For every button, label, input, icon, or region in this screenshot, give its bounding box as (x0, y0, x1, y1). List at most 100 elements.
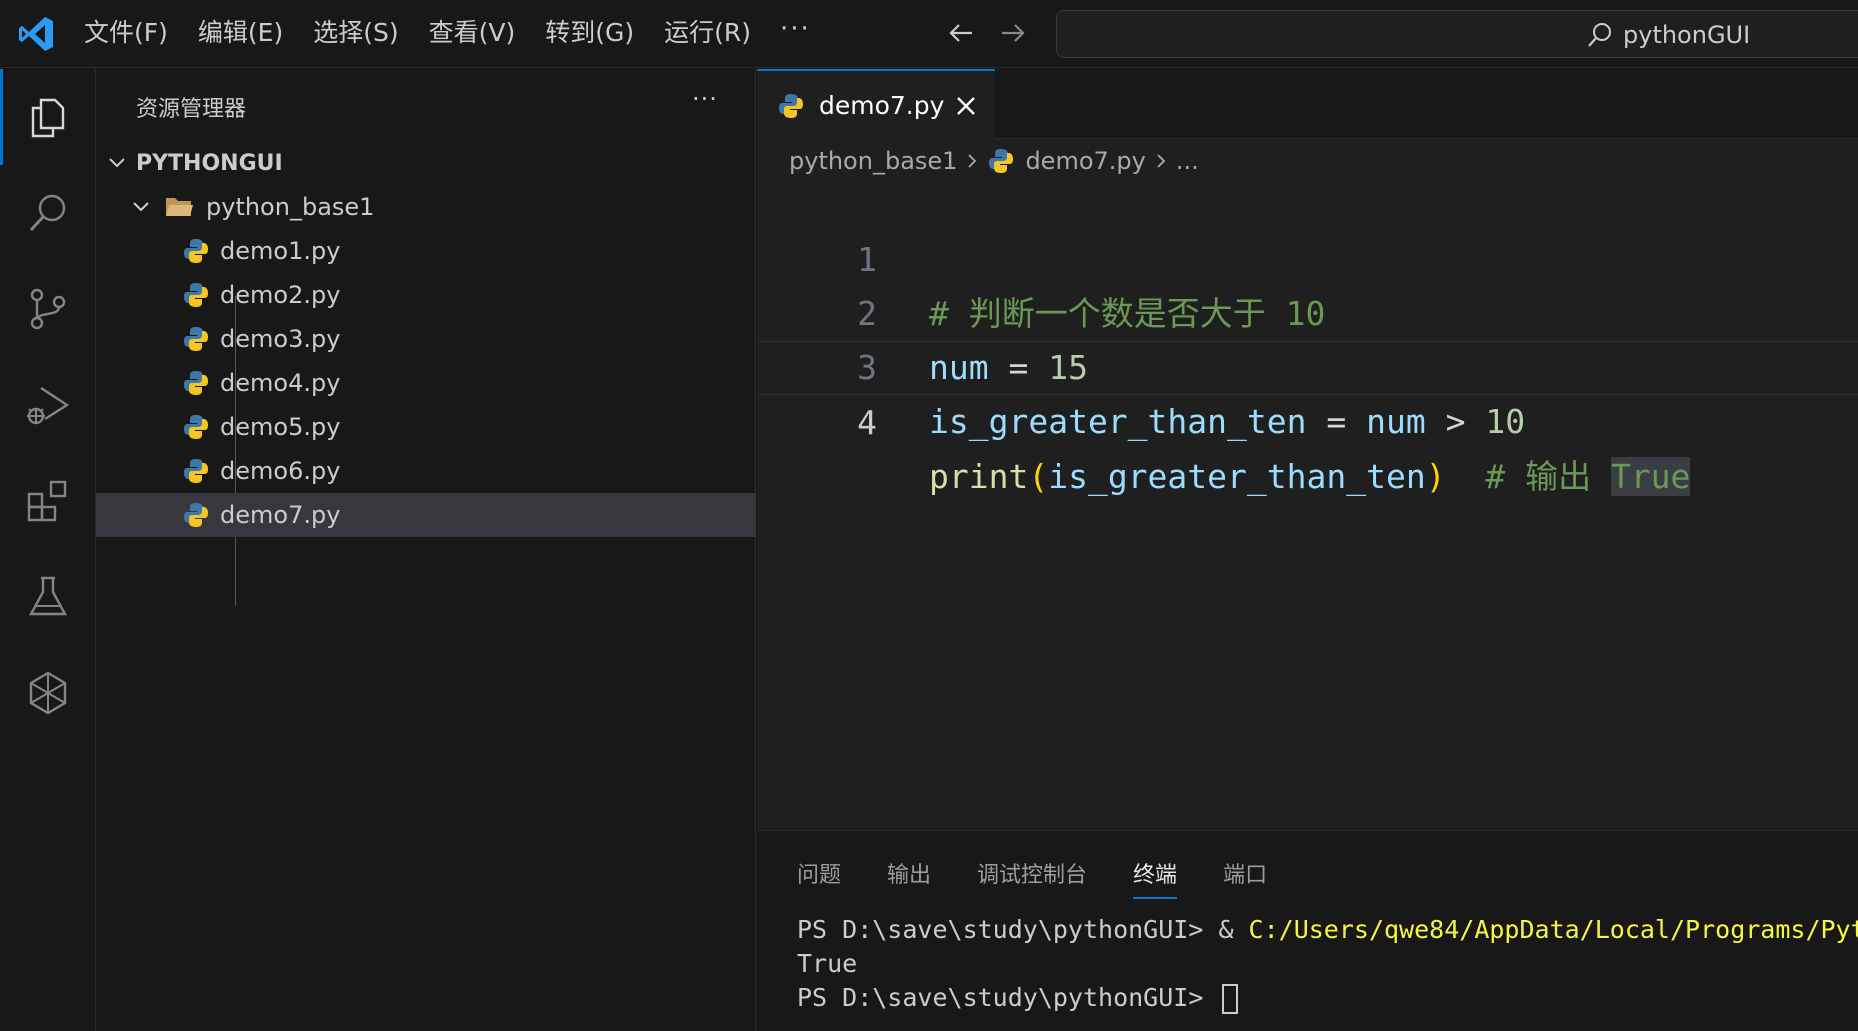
folder-open-icon (166, 198, 193, 216)
tree-file-demo6[interactable]: demo6.py (96, 449, 756, 493)
tree-file-demo3[interactable]: demo3.py (96, 317, 756, 361)
chevron-right-icon (968, 154, 977, 168)
terminal[interactable]: PS D:\save\study\pythonGUI> & C:/Users/q… (797, 913, 1858, 1015)
sidebar-title: 资源管理器 (136, 97, 247, 122)
code-paren: ) (1425, 457, 1446, 496)
activity-copilot[interactable] (0, 645, 96, 741)
menu-view[interactable]: 查看(V) (429, 14, 516, 52)
tab-problems[interactable]: 问题 (797, 857, 841, 899)
file-name: demo1.py (220, 237, 341, 265)
python-file-icon (184, 371, 208, 395)
terminal-prompt: PS D:\save\study\pythonGUI> (797, 983, 1219, 1012)
tree-file-demo5[interactable]: demo5.py (96, 405, 756, 449)
menu-bar: 文件(F) 编辑(E) 选择(S) 查看(V) 转到(G) 运行(R) (84, 14, 781, 52)
python-file-icon (184, 239, 208, 263)
python-file-icon (184, 283, 208, 307)
terminal-line: PS D:\save\study\pythonGUI> (797, 981, 1858, 1015)
code-line-current: 4 print(is_greater_than_ten) # 输出 True (757, 341, 1858, 496)
menu-selection[interactable]: 选择(S) (313, 14, 398, 52)
terminal-line: PS D:\save\study\pythonGUI> & C:/Users/q… (797, 913, 1858, 947)
activity-testing[interactable] (0, 549, 96, 645)
code-variable: is_greater_than_ten (1048, 457, 1426, 496)
command-center-search[interactable]: pythonGUI (1056, 10, 1858, 58)
code-operator: > (1425, 402, 1486, 441)
terminal-cursor (1222, 984, 1239, 1014)
activity-extensions[interactable] (0, 453, 96, 549)
vscode-logo-icon (19, 17, 53, 51)
code-function: print (929, 457, 1029, 496)
tab-debug-console[interactable]: 调试控制台 (977, 857, 1087, 899)
explorer-sidebar: 资源管理器 ··· PYTHONGUI python_base1 demo1.p… (96, 69, 756, 1031)
extensions-icon (27, 480, 67, 522)
terminal-command-path: C:/Users/qwe84/AppData/Local/Programs/Py… (1248, 915, 1858, 944)
code-line: 2 num = 15 (757, 233, 1858, 387)
run-debug-icon (27, 386, 70, 425)
menu-run[interactable]: 运行(R) (664, 14, 751, 52)
code-line: 3 is_greater_than_ten = num > 10 (757, 287, 1858, 441)
menu-file[interactable]: 文件(F) (84, 14, 168, 52)
folder-name: python_base1 (206, 193, 375, 221)
terminal-prompt: PS D:\save\study\pythonGUI> (797, 915, 1219, 944)
code-comment: # 输出 (1445, 457, 1611, 496)
tree-file-demo1[interactable]: demo1.py (96, 229, 756, 273)
chevron-down-icon (109, 158, 125, 168)
tree-file-demo2[interactable]: demo2.py (96, 273, 756, 317)
python-file-icon (989, 149, 1014, 173)
activity-source-control[interactable] (0, 261, 96, 357)
activity-search[interactable] (0, 165, 96, 261)
testing-icon (28, 576, 68, 616)
python-file-icon (184, 415, 208, 439)
breadcrumb-more[interactable]: ... (1176, 147, 1199, 175)
panel-tabs: 问题 输出 调试控制台 终端 端口 (797, 857, 1313, 899)
tab-ports[interactable]: 端口 (1223, 857, 1267, 899)
copilot-icon (29, 671, 67, 715)
line-number: 4 (857, 403, 877, 442)
chevron-right-icon (1157, 154, 1166, 168)
menu-go[interactable]: 转到(G) (545, 14, 634, 52)
file-name: demo7.py (220, 501, 341, 529)
python-file-icon (184, 459, 208, 483)
tree-folder-python-base1[interactable]: python_base1 (96, 185, 756, 229)
file-name: demo5.py (220, 413, 341, 441)
arrow-right-icon[interactable] (996, 16, 1030, 50)
editor-tabs: demo7.py (757, 69, 1858, 140)
tree-project-header[interactable]: PYTHONGUI (96, 141, 756, 185)
python-file-icon (184, 327, 208, 351)
bottom-panel: 问题 输出 调试控制台 终端 端口 PS D:\save\study\pytho… (757, 830, 1858, 1031)
file-name: demo6.py (220, 457, 341, 485)
arrow-left-icon[interactable] (944, 16, 978, 50)
tab-demo7[interactable]: demo7.py (757, 69, 995, 140)
menu-edit[interactable]: 编辑(E) (198, 14, 283, 52)
activity-run-debug[interactable] (0, 357, 96, 453)
close-icon[interactable] (953, 93, 979, 119)
code-line: 1 # 判断一个数是否大于 10 (757, 179, 1858, 333)
file-name: demo2.py (220, 281, 341, 309)
source-control-icon (30, 288, 66, 330)
breadcrumb: python_base1 demo7.py ... (789, 147, 1199, 175)
editor-area: demo7.py python_base1 demo7.py ... 1 # 判… (757, 69, 1858, 829)
chevron-down-icon (133, 202, 149, 212)
project-name: PYTHONGUI (136, 150, 283, 176)
python-file-icon (184, 503, 208, 527)
terminal-output: True (797, 949, 858, 978)
file-name: demo3.py (220, 325, 341, 353)
tab-label: demo7.py (819, 91, 945, 120)
file-name: demo4.py (220, 369, 341, 397)
activity-bar (0, 69, 96, 1031)
sidebar-more-button[interactable]: ··· (692, 85, 718, 113)
tab-output[interactable]: 输出 (887, 857, 931, 899)
python-file-icon (779, 93, 803, 118)
code-paren: ( (1028, 457, 1049, 496)
search-icon (29, 194, 66, 231)
code-variable: is_greater_than_ten (929, 402, 1307, 441)
breadcrumb-file[interactable]: demo7.py (1025, 147, 1145, 175)
code-comment-highlight: True (1610, 457, 1691, 496)
tree-file-demo4[interactable]: demo4.py (96, 361, 756, 405)
explorer-icon (31, 98, 65, 138)
activity-explorer[interactable] (0, 69, 96, 165)
tree-file-demo7[interactable]: demo7.py (96, 493, 756, 537)
tab-terminal[interactable]: 终端 (1133, 857, 1178, 899)
code-number: 10 (1485, 402, 1526, 441)
breadcrumb-folder[interactable]: python_base1 (789, 147, 957, 175)
menu-more-button[interactable]: ··· (780, 14, 811, 44)
